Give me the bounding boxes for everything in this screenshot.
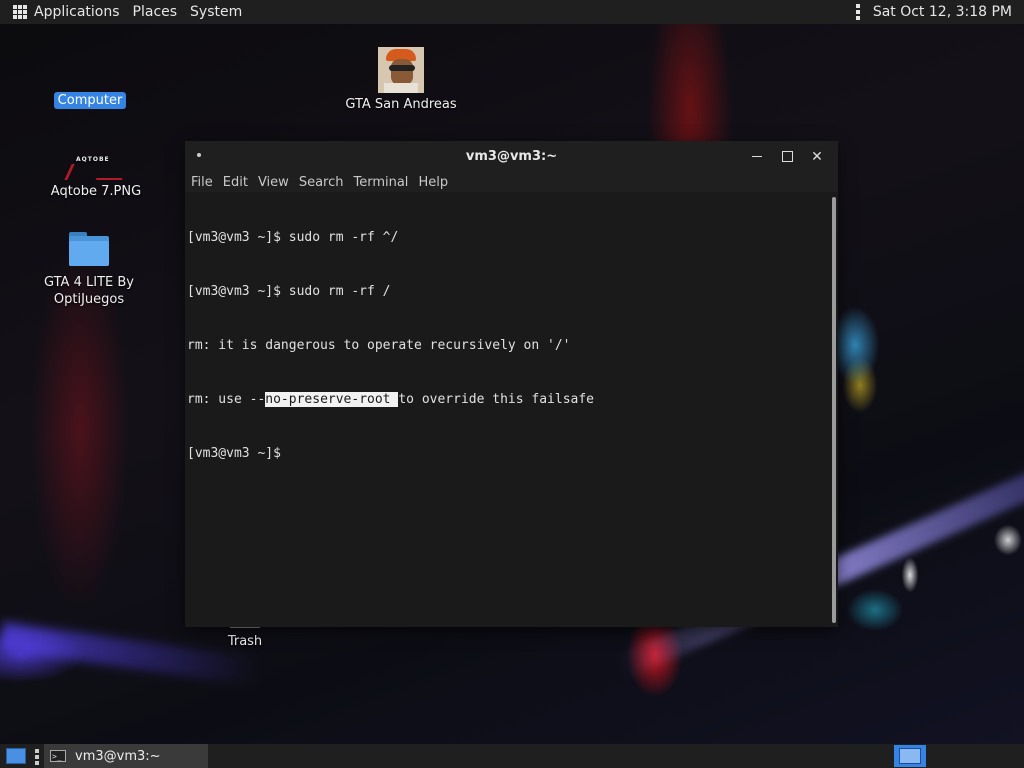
desktop-icon-label: GTA San Andreas — [345, 97, 457, 112]
terminal-prompt: [vm3@vm3 ~]$ — [187, 446, 281, 461]
desktop-icon-gta-san-andreas[interactable]: GTA San Andreas — [345, 47, 457, 112]
desktop-icon-label: OptiJuegos — [53, 292, 125, 307]
desktop-icon-label: Computer — [53, 92, 127, 109]
terminal-output[interactable]: [vm3@vm3 ~]$ sudo rm -rf ^/ [vm3@vm3 ~]$… — [185, 193, 828, 627]
desktop-icon-trash[interactable]: Trash — [205, 625, 285, 649]
top-panel: Applications Places System Sat Oct 12, 3… — [0, 0, 1024, 24]
menu-help[interactable]: Help — [418, 175, 448, 190]
desktop-icon-label: GTA 4 LITE By — [44, 275, 134, 290]
close-button[interactable]: ✕ — [802, 141, 832, 172]
apps-grid-icon[interactable] — [13, 5, 27, 19]
panel-handle-icon[interactable] — [35, 749, 39, 765]
desktop-icon-label: Aqtobe 7.PNG — [50, 184, 142, 199]
desktop-icon-aqtobe[interactable]: AQTOBE Aqtobe 7.PNG — [46, 156, 146, 199]
terminal-titlebar[interactable]: vm3@vm3:~ ✕ — [185, 141, 838, 172]
workspace-icon — [899, 748, 921, 764]
scrollbar[interactable] — [832, 197, 836, 623]
clock[interactable]: Sat Oct 12, 3:18 PM — [873, 4, 1012, 20]
terminal-text: rm: use -- — [187, 392, 266, 407]
gta-san-andreas-icon — [378, 47, 424, 93]
terminal-window[interactable]: vm3@vm3:~ ✕ File Edit View Search Termin… — [185, 141, 838, 627]
menu-system[interactable]: System — [190, 4, 250, 20]
maximize-button[interactable] — [772, 141, 802, 172]
panel-handle-icon[interactable] — [855, 4, 860, 20]
menu-file[interactable]: File — [191, 175, 213, 190]
close-icon: ✕ — [811, 148, 823, 165]
menu-edit[interactable]: Edit — [223, 175, 248, 190]
menu-terminal[interactable]: Terminal — [353, 175, 408, 190]
terminal-menubar: File Edit View Search Terminal Help — [185, 172, 838, 192]
folder-icon — [69, 232, 109, 266]
minimize-icon — [752, 156, 762, 157]
terminal-line: [vm3@vm3 ~]$ sudo rm -rf ^/ — [187, 230, 399, 245]
taskbar-item-terminal[interactable]: >_ vm3@vm3:~ — [44, 744, 208, 768]
menu-applications[interactable]: Applications — [34, 4, 128, 20]
workspace-switcher[interactable] — [894, 745, 926, 767]
selected-text: no-preserve-root — [265, 392, 399, 407]
image-thumbnail-icon: AQTOBE — [64, 156, 128, 184]
minimize-button[interactable] — [742, 141, 772, 172]
terminal-line: rm: use --no-preserve-root to override t… — [187, 391, 828, 409]
maximize-icon — [781, 151, 793, 162]
menu-search[interactable]: Search — [299, 175, 344, 190]
desktop-icon-label: Trash — [227, 634, 263, 649]
window-title: vm3@vm3:~ — [465, 149, 558, 164]
terminal-icon: >_ — [50, 750, 66, 762]
terminal-line: [vm3@vm3 ~]$ sudo rm -rf / — [187, 284, 391, 299]
window-menu-icon[interactable] — [197, 153, 201, 157]
taskbar-item-label: vm3@vm3:~ — [75, 748, 161, 764]
show-desktop-icon[interactable] — [6, 748, 26, 764]
menu-view[interactable]: View — [258, 175, 289, 190]
menu-places[interactable]: Places — [133, 4, 186, 20]
desktop-icon-computer[interactable]: Computer — [48, 92, 132, 109]
bottom-panel: >_ vm3@vm3:~ — [0, 744, 1024, 768]
desktop-icon-gta4-lite[interactable]: GTA 4 LITE By OptiJuegos — [38, 232, 140, 308]
terminal-line: rm: it is dangerous to operate recursive… — [187, 338, 571, 353]
terminal-text: to override this failsafe — [398, 392, 595, 407]
